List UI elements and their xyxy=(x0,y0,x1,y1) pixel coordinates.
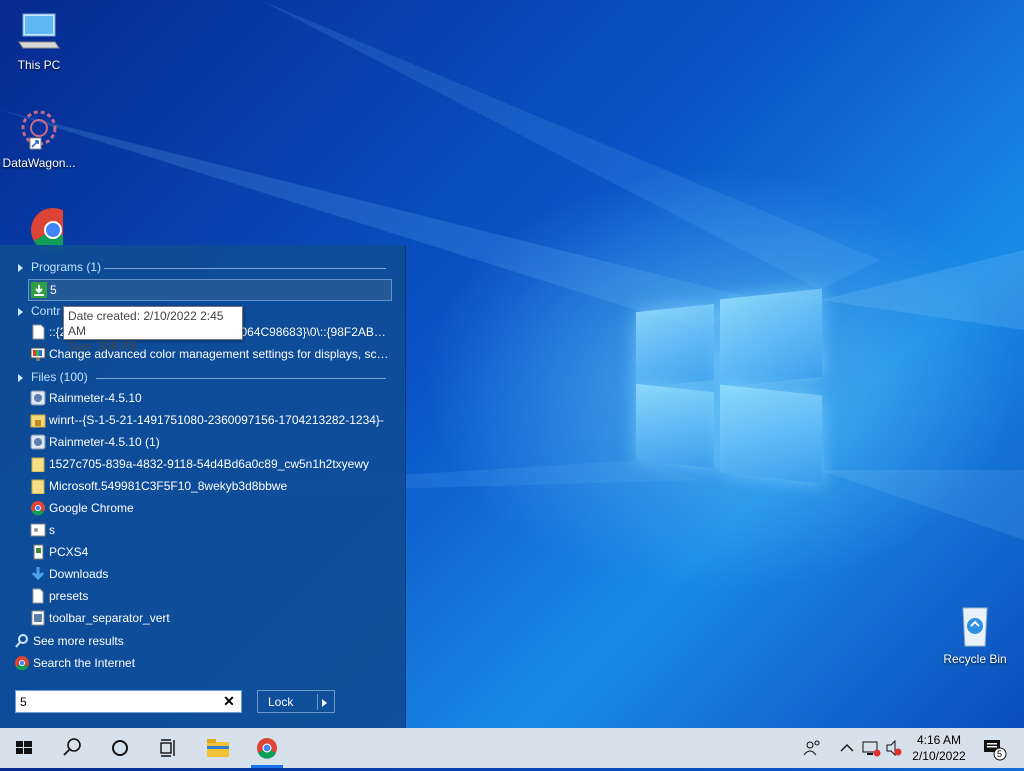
start-button[interactable] xyxy=(0,728,48,768)
image-file-icon xyxy=(30,610,46,626)
result-file[interactable]: Google Chrome xyxy=(28,498,390,518)
game-file-icon xyxy=(30,544,46,560)
start-search-box[interactable]: ✕ xyxy=(15,690,242,713)
notification-icon xyxy=(984,740,1007,761)
result-label: 1527c705-839a-4832-9118-54d4Bd6a0c89_cw5… xyxy=(49,457,370,471)
result-label: presets xyxy=(49,589,89,603)
folder-lock-icon xyxy=(30,412,46,428)
divider xyxy=(317,694,318,710)
expand-triangle-icon xyxy=(18,307,23,316)
desktop-icon-label: This PC xyxy=(17,58,61,72)
file-info-tooltip: Date created: 2/10/2022 2:45 AM Size: 30… xyxy=(63,306,243,353)
result-file[interactable]: PCXS4 xyxy=(28,542,390,562)
search-icon xyxy=(14,633,30,649)
result-label: 5 xyxy=(50,283,57,297)
action-center-button[interactable]: 5 xyxy=(980,728,1010,768)
result-file[interactable]: Rainmeter-4.5.10 (1) xyxy=(28,432,390,452)
taskbar-clock[interactable]: 4:16 AM 2/10/2022 xyxy=(906,732,972,764)
taskbar: 4:16 AM 2/10/2022 5 xyxy=(0,728,1024,768)
chrome-taskbar-button[interactable] xyxy=(243,728,291,768)
link-label: Search the Internet xyxy=(33,656,136,670)
windows-start-icon xyxy=(16,741,32,754)
desktop-icon-recycle-bin[interactable]: Recycle Bin xyxy=(936,602,1014,666)
tooltip-date-created: Date created: 2/10/2022 2:45 AM xyxy=(68,309,224,338)
network-icon xyxy=(862,741,881,757)
rainmeter-icon xyxy=(30,434,46,450)
power-options-arrow-icon[interactable] xyxy=(322,699,327,707)
section-header-label: Contr xyxy=(31,304,61,318)
divider xyxy=(104,268,386,269)
desktop-icon-datawagon[interactable]: DataWagon... xyxy=(0,106,78,170)
computer-icon xyxy=(15,8,63,56)
installer-icon xyxy=(31,282,47,298)
recycle-bin-icon xyxy=(951,602,999,650)
result-label: Rainmeter-4.5.10 xyxy=(49,391,142,405)
result-label: winrt--{S-1-5-21-1491751080-2360097156-1… xyxy=(49,413,384,427)
result-file[interactable]: presets xyxy=(28,586,390,606)
section-header-label: Files (100) xyxy=(31,370,88,384)
lock-button[interactable]: Lock xyxy=(257,690,335,713)
divider xyxy=(96,378,386,379)
rainmeter-icon xyxy=(30,390,46,406)
people-icon xyxy=(803,740,820,756)
result-file[interactable]: toolbar_separator_vert xyxy=(28,608,390,628)
search-taskbar-button[interactable] xyxy=(48,728,96,768)
expand-triangle-icon xyxy=(18,263,23,272)
folder-icon xyxy=(30,478,46,495)
result-file[interactable]: Downloads xyxy=(28,564,390,584)
chrome-icon xyxy=(30,500,46,516)
task-view-icon xyxy=(160,739,175,757)
expand-triangle-icon xyxy=(18,373,23,382)
cortana-button[interactable] xyxy=(96,728,144,768)
link-label: See more results xyxy=(33,634,124,648)
result-label: toolbar_separator_vert xyxy=(49,611,170,625)
network-button[interactable] xyxy=(860,728,882,768)
tooltip-size: Size: 306 KB xyxy=(68,339,138,353)
desktop-icon-label: DataWagon... xyxy=(2,156,76,170)
result-label: Google Chrome xyxy=(49,501,134,515)
result-label: s xyxy=(49,523,55,537)
chrome-icon xyxy=(251,738,283,768)
datawagon-icon xyxy=(15,106,63,154)
section-header-programs[interactable]: Programs (1) xyxy=(18,260,386,276)
desktop-icon-this-pc[interactable]: This PC xyxy=(0,8,78,72)
result-file[interactable]: 1527c705-839a-4832-9118-54d4Bd6a0c89_cw5… xyxy=(28,454,390,474)
result-label: Microsoft.549981C3F5F10_8wekyb3d8bbwe xyxy=(49,479,288,493)
result-file[interactable]: s xyxy=(28,520,390,540)
display-color-icon xyxy=(30,346,46,362)
notification-count-badge: 5 xyxy=(997,749,1003,759)
show-hidden-icons-button[interactable] xyxy=(838,728,856,768)
section-header-files[interactable]: Files (100) xyxy=(18,370,386,386)
result-label: Rainmeter-4.5.10 (1) xyxy=(49,435,160,449)
result-label: PCXS4 xyxy=(49,545,89,559)
clock-time: 4:16 AM xyxy=(916,733,962,747)
result-file[interactable]: Rainmeter-4.5.10 xyxy=(28,388,390,408)
clock-date: 2/10/2022 xyxy=(912,749,966,763)
result-program-5[interactable]: 5 xyxy=(28,279,392,301)
result-file[interactable]: winrt--{S-1-5-21-1491751080-2360097156-1… xyxy=(28,410,390,430)
file-icon xyxy=(30,588,46,604)
file-explorer-icon xyxy=(207,739,229,757)
file-explorer-button[interactable] xyxy=(194,728,242,768)
result-label: Downloads xyxy=(49,567,109,581)
search-input[interactable] xyxy=(20,693,216,710)
result-file[interactable]: Microsoft.549981C3F5F10_8wekyb3d8bbwe xyxy=(28,476,390,496)
volume-button[interactable] xyxy=(884,728,904,768)
section-header-label: Programs (1) xyxy=(31,260,102,274)
windows-logo-wallpaper xyxy=(636,288,824,484)
desktop-icon-label: Recycle Bin xyxy=(943,652,1007,666)
chevron-up-icon xyxy=(840,744,854,752)
chrome-icon xyxy=(14,655,30,671)
document-icon xyxy=(30,324,46,340)
lock-button-label: Lock xyxy=(268,695,294,709)
downloads-icon xyxy=(30,566,46,582)
cortana-icon xyxy=(112,740,128,756)
search-icon xyxy=(63,738,81,756)
task-view-button[interactable] xyxy=(144,728,192,768)
image-file-icon xyxy=(30,522,46,538)
clear-search-icon[interactable]: ✕ xyxy=(222,694,236,708)
folder-icon xyxy=(30,456,46,473)
people-button[interactable] xyxy=(800,728,824,768)
volume-muted-icon xyxy=(886,739,902,757)
